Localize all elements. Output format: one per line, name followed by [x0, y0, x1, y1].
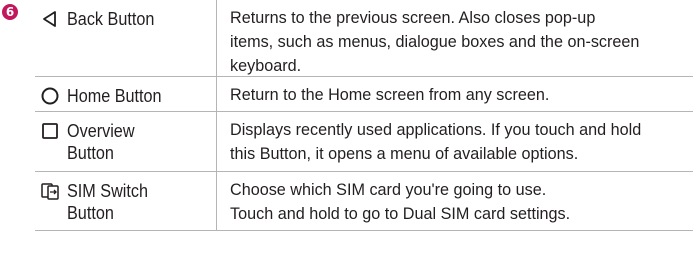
key-label-overview: Overview Button	[67, 121, 135, 163]
sim-switch-icon	[39, 180, 61, 202]
description-line: Return to the Home screen from any scree…	[230, 86, 550, 104]
key-cell-back: Back Button	[35, 0, 217, 76]
description-line: this Button, it opens a menu of availabl…	[230, 145, 579, 163]
table-row-back: Back Button Returns to the previous scre…	[35, 0, 693, 77]
description-line: items, such as menus, dialogue boxes and…	[230, 33, 640, 51]
navigation-keys-table: Back Button Returns to the previous scre…	[35, 0, 693, 231]
description-home: Return to the Home screen from any scree…	[217, 77, 693, 111]
step-number-badge: 6	[2, 4, 18, 20]
description-line: Touch and hold to go to Dual SIM card se…	[230, 205, 571, 223]
key-cell-overview: Overview Button	[35, 112, 217, 171]
description-line: keyboard.	[230, 57, 302, 75]
description-overview: Displays recently used applications. If …	[217, 112, 693, 171]
description-line: Displays recently used applications. If …	[230, 121, 642, 139]
home-circle-icon	[39, 85, 61, 107]
back-triangle-icon	[39, 8, 61, 30]
key-cell-sim-switch: SIM Switch Button	[35, 172, 217, 230]
table-row-overview: Overview Button Displays recently used a…	[35, 112, 693, 172]
overview-square-icon	[39, 120, 61, 142]
description-back: Returns to the previous screen. Also clo…	[217, 0, 693, 76]
description-line: Returns to the previous screen. Also clo…	[230, 9, 596, 27]
description-sim-switch: Choose which SIM card you're going to us…	[217, 172, 693, 230]
description-line: Choose which SIM card you're going to us…	[230, 181, 547, 199]
key-label-sim-switch: SIM Switch Button	[67, 181, 149, 223]
key-cell-home: Home Button	[35, 77, 217, 111]
key-label-home: Home Button	[67, 86, 162, 106]
table-row-home: Home Button Return to the Home screen fr…	[35, 77, 693, 112]
table-row-sim-switch: SIM Switch Button Choose which SIM card …	[35, 172, 693, 231]
key-label-back: Back Button	[67, 9, 155, 29]
